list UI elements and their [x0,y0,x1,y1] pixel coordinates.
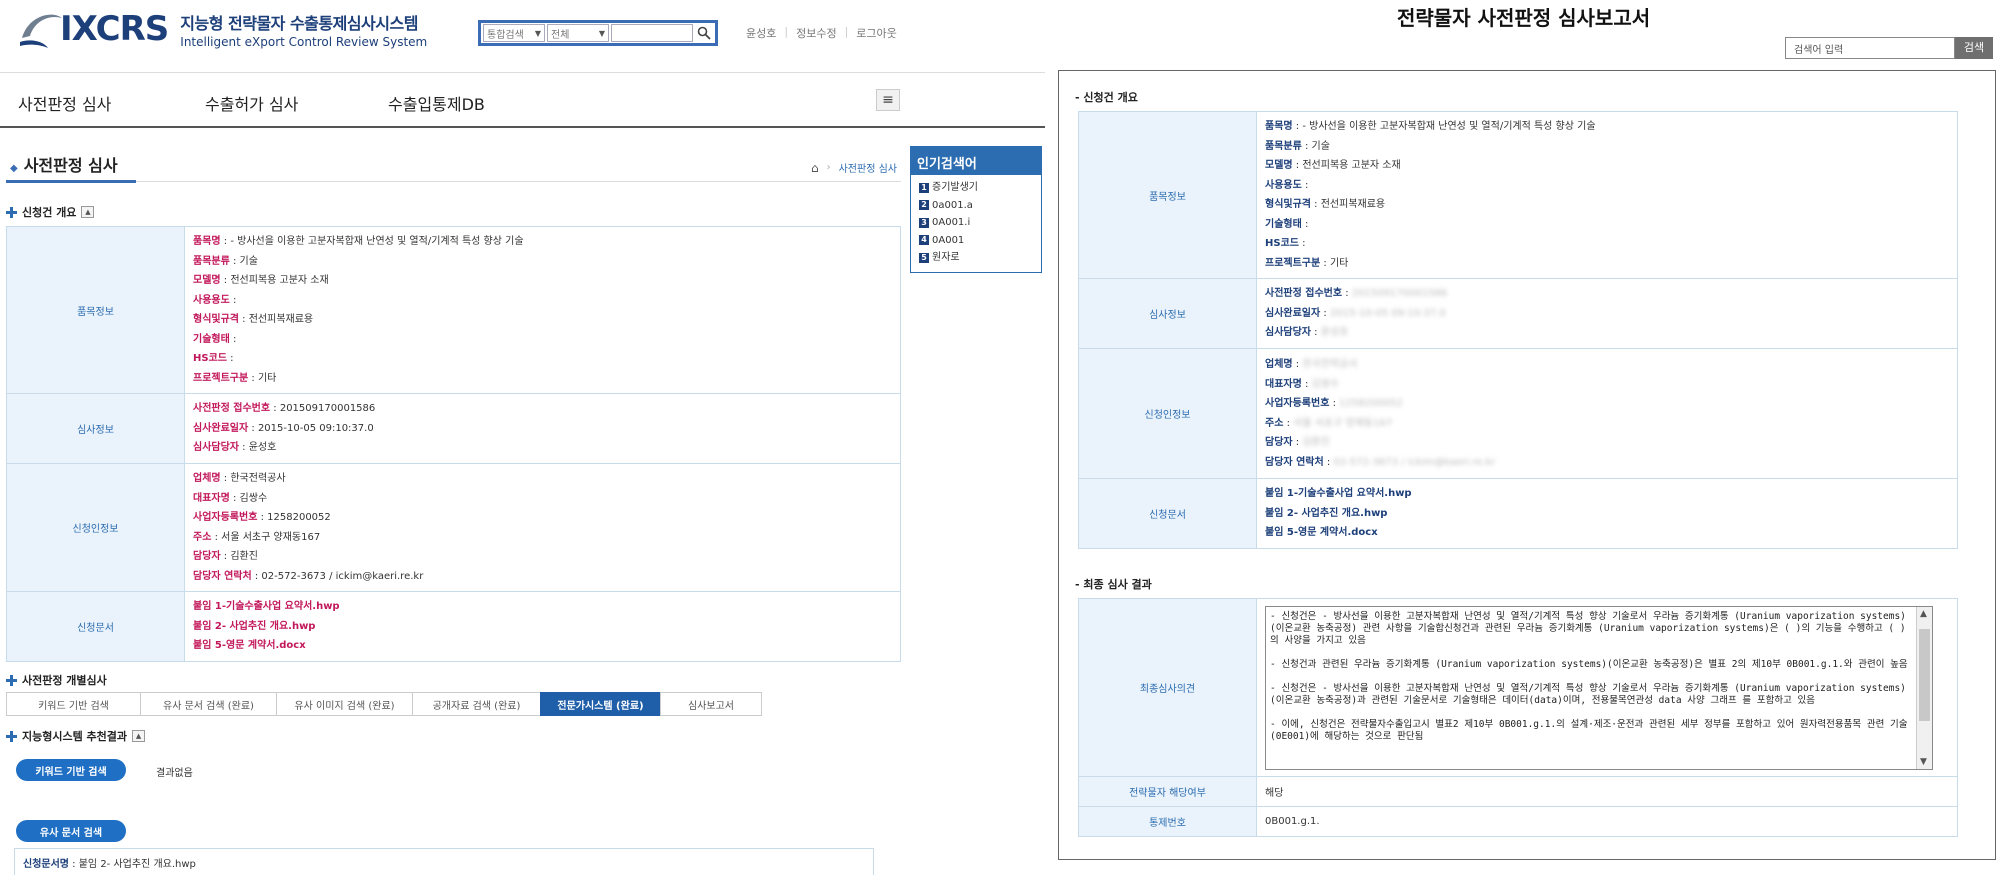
nav-item-prejudgment[interactable]: 사전판정 심사 [18,91,111,115]
applicant-info-fields: 업체명 : 한국전력공사 대표자명 : 김쌍수 사업자등록번호 : 125820… [184,463,901,592]
report-title: 전략물자 사전판정 심사보고서 [1397,6,1651,30]
scroll-down-icon[interactable]: ▼ [1920,757,1927,767]
review-info-fields: 사전판정 접수번호 : 201509170001586 심사완료일자 : 201… [184,393,901,464]
item-info-label: 품목정보 [6,226,185,394]
search-input[interactable] [611,24,693,42]
review-info-label: 심사정보 [6,393,185,464]
documents-label: 신청문서 [6,591,185,662]
final-opinion-label: 최종심사의견 [1078,598,1257,777]
report-applicant-info-label: 신청인정보 [1078,348,1257,479]
user-name-link[interactable]: 윤성호 [746,25,776,41]
document-link[interactable]: 붙임 2- 사업추진 개요.hwp [1265,504,1949,524]
collapse-toggle-button[interactable]: ▲ [81,206,95,218]
search-scope-select[interactable]: 전체 ▼ [547,24,609,42]
strategic-item-value: 해당 [1256,776,1958,807]
final-result-heading: - 최종 심사 결과 [1075,578,1152,591]
home-icon[interactable]: ⌂ [811,161,819,175]
report-overview-table: 품목정보 품목명 : - 방사선을 이용한 고분자복합재 난연성 및 열적/기계… [1078,111,1958,549]
report-review-info-label: 심사정보 [1078,278,1257,349]
tab-similar-documents[interactable]: 유사 문서 검색 (완료) [140,692,276,716]
search-type-select[interactable]: 통합검색 ▼ [483,24,545,42]
tab-expert-system[interactable]: 전문가시스템 (완료) [540,692,660,716]
overview-section-heading: 신청건 개요 ▲ [6,204,95,220]
final-result-table: 최종심사의견 - 신청건은 - 방사선을 이용한 고분자복합재 난연성 및 열적… [1078,598,1958,837]
document-link[interactable]: 붙임 5-영문 계약서.docx [193,636,892,656]
report-documents-label: 신청문서 [1078,478,1257,549]
popular-searches-panel: 인기검색어 1 증기발생기 2 0a001.a 3 0A001.i 4 0A001 5원… [910,146,1042,273]
page-header: ◆ 사전판정 심사 ⌂ › 사전판정 심사 [6,150,901,183]
popular-search-item[interactable]: 5 원자로 [919,249,1033,267]
breadcrumb: ⌂ › 사전판정 심사 [810,160,897,176]
ixcrs-main-window: IXCRS 지능형 전략물자 수출통제심사시스템 Intelligent eXp… [0,0,1045,875]
system-title: 지능형 전략물자 수출통제심사시스템 [180,13,418,33]
report-applicant-info-fields: 업체명 : 한국전력공사 대표자명 : 김쌍수 사업자등록번호 : 125820… [1256,348,1958,479]
logo-wordmark: IXCRS [60,9,169,49]
final-opinion-cell: - 신청건은 - 방사선을 이용한 고분자복합재 난연성 및 열적/기계적 특성… [1256,598,1958,777]
popular-search-item[interactable]: 1 증기발생기 [919,179,1033,197]
item-info-fields: 품목명 : - 방사선을 이용한 고분자복합재 난연성 및 열적/기계적 특성 … [184,226,901,394]
nav-item-export-license[interactable]: 수출허가 심사 [205,91,298,115]
report-documents-list: 붙임 1-기술수출사업 요약서.hwp 붙임 2- 사업추진 개요.hwp 붙임… [1256,478,1958,549]
applicant-document-name: 신청문서명 : 붙임 2- 사업추진 개요.hwp [14,848,874,875]
keyword-search-button[interactable]: 키워드 기반 검색 [16,759,126,781]
plus-icon [6,674,17,686]
control-number-value: 0B001.g.1. [1256,806,1958,837]
popular-search-item[interactable]: 2 0a001.a [919,197,1033,215]
system-subtitle: Intelligent eXport Control Review System [180,34,428,49]
scroll-up-icon[interactable]: ▲ [1920,609,1927,619]
similar-document-search-button[interactable]: 유사 문서 검색 [16,820,126,842]
hamburger-menu-icon[interactable]: ≡ [876,89,900,111]
overview-table: 품목정보 품목명 : - 방사선을 이용한 고분자복합재 난연성 및 열적/기계… [6,226,901,662]
logo[interactable]: IXCRS 지능형 전략물자 수출통제심사시스템 Intelligent eXp… [18,8,427,50]
report-item-info-label: 품목정보 [1078,111,1257,279]
chevron-down-icon: ▼ [534,28,541,38]
logo-swoosh-icon [18,8,64,50]
document-link[interactable]: 붙임 1-기술수출사업 요약서.hwp [193,597,892,617]
breadcrumb-current[interactable]: 사전판정 심사 [839,160,897,175]
no-result-text: 결과없음 [156,768,193,779]
scrollbar[interactable]: ▲ ▼ [1916,606,1932,769]
plus-icon [6,206,17,218]
applicant-info-label: 신청인정보 [6,463,185,592]
document-link[interactable]: 붙임 2- 사업추진 개요.hwp [193,617,892,637]
document-link[interactable]: 붙임 5-영문 계약서.docx [1265,523,1949,543]
popular-search-item[interactable]: 3 0A001.i [919,214,1033,232]
user-links: 윤성호 | 정보수정 | 로그아웃 [746,25,897,41]
search-button[interactable] [693,23,715,43]
report-item-info-fields: 품목명 : - 방사선을 이용한 고분자복합재 난연성 및 열적/기계적 특성 … [1256,111,1958,279]
review-report-window: 전략물자 사전판정 심사보고서 검색어 입력 검색 - 신청건 개요 품목정보 … [1045,0,2000,875]
page-title: ◆ 사전판정 심사 [10,156,118,175]
popular-searches-title: 인기검색어 [911,147,1041,175]
search-icon [697,26,711,40]
final-opinion-textarea[interactable]: - 신청건은 - 방사선을 이용한 고분자복합재 난연성 및 열적/기계적 특성… [1265,605,1933,770]
collapse-toggle-button[interactable]: ▲ [132,730,146,742]
plus-icon [6,730,17,742]
report-review-info-fields: 사전판정 접수번호 : 201509170001586 심사완료일자 : 201… [1256,278,1958,349]
report-search-input[interactable]: 검색어 입력 [1785,37,1955,59]
tab-review-report[interactable]: 심사보고서 [660,692,762,716]
documents-list: 붙임 1-기술수출사업 요약서.hwp 붙임 2- 사업추진 개요.hwp 붙임… [184,591,901,662]
review-tabs: 키워드 기반 검색 유사 문서 검색 (완료) 유사 이미지 검색 (완료) 공… [6,692,762,716]
logout-link[interactable]: 로그아웃 [856,25,896,41]
tab-similar-images[interactable]: 유사 이미지 검색 (완료) [276,692,412,716]
popular-search-item[interactable]: 4 0A001 [919,232,1033,250]
tab-public-data[interactable]: 공개자료 검색 (완료) [412,692,540,716]
global-search-bar: 통합검색 ▼ 전체 ▼ [478,20,718,46]
tab-keyword-search[interactable]: 키워드 기반 검색 [6,692,140,716]
recommend-heading: 지능형시스템 추천결과 ▲ [6,728,146,744]
individual-review-heading: 사전판정 개별심사 [6,672,107,688]
edit-profile-link[interactable]: 정보수정 [796,25,836,41]
report-search-button[interactable]: 검색 [1955,37,1993,59]
document-link[interactable]: 붙임 1-기술수출사업 요약서.hwp [1265,484,1949,504]
report-frame: - 신청건 개요 품목정보 품목명 : - 방사선을 이용한 고분자복합재 난연… [1058,70,1996,860]
report-overview-heading: - 신청건 개요 [1075,91,1138,104]
strategic-item-label: 전략물자 해당여부 [1078,776,1257,807]
nav-item-control-db[interactable]: 수출입통제DB [388,91,485,115]
main-nav: 사전판정 심사 수출허가 심사 수출입통제DB ≡ [0,72,1045,128]
control-number-label: 통제번호 [1078,806,1257,837]
chevron-down-icon: ▼ [598,28,605,38]
